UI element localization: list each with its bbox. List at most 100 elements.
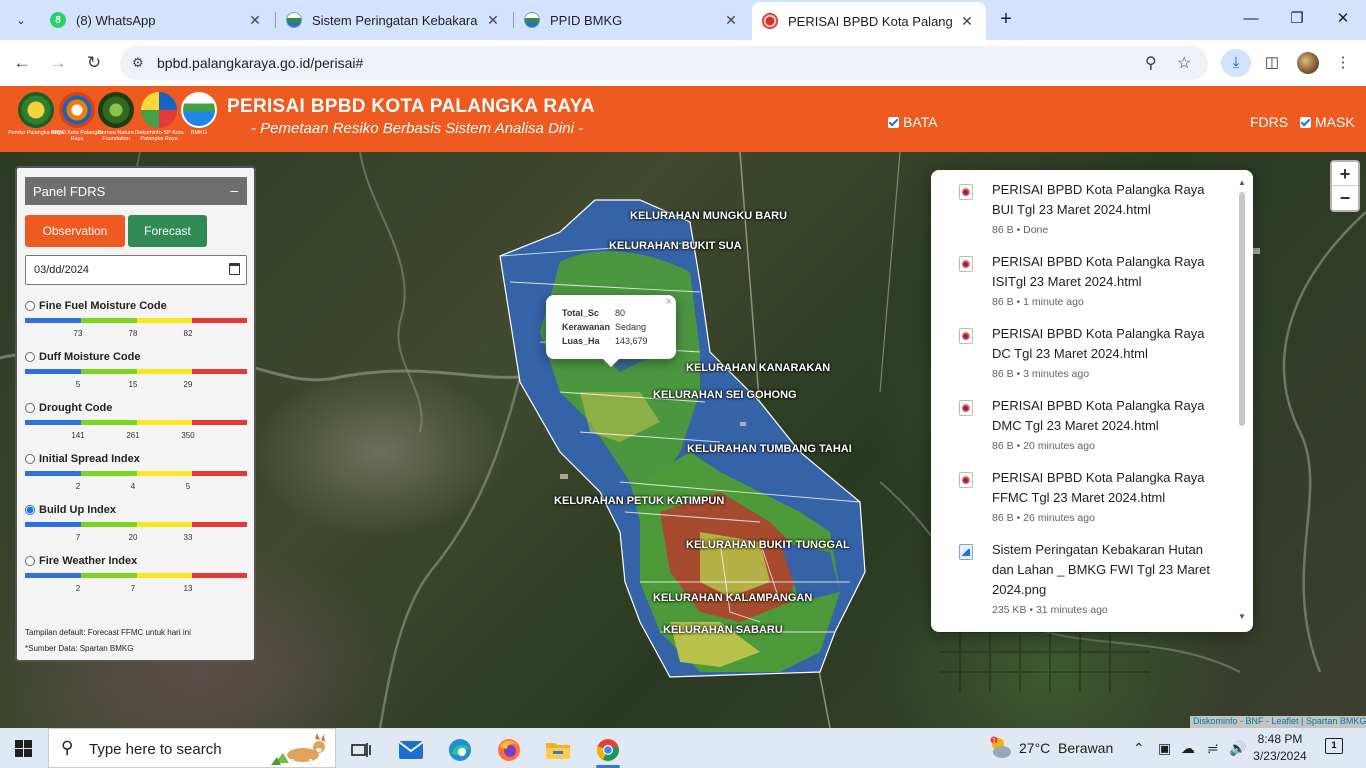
radio-button[interactable] bbox=[25, 454, 35, 464]
index-name[interactable]: Fire Weather Index bbox=[39, 555, 137, 567]
minimize-button[interactable]: — bbox=[1228, 0, 1274, 40]
layer-toggle-bata[interactable]: BATA bbox=[888, 114, 938, 130]
downloads-icon[interactable]: ⤓ bbox=[1221, 49, 1251, 77]
url-text[interactable]: bpbd.palangkaraya.go.id/perisai# bbox=[157, 55, 363, 71]
checkbox-icon[interactable] bbox=[1300, 116, 1311, 128]
downloads-scrollbar[interactable]: ▲ ▼ bbox=[1237, 178, 1247, 624]
tab-ppid-bmkg[interactable]: PPID BMKG ✕ bbox=[514, 5, 750, 35]
chrome-browser-button[interactable] bbox=[588, 732, 628, 768]
scale-segment bbox=[81, 522, 137, 527]
forecast-button[interactable]: Forecast bbox=[128, 215, 207, 247]
checkbox-icon[interactable] bbox=[888, 116, 899, 128]
radio-button[interactable] bbox=[25, 556, 35, 566]
index-name[interactable]: Fine Fuel Moisture Code bbox=[39, 300, 167, 312]
wifi-icon[interactable]: ≓ bbox=[1207, 740, 1219, 757]
index-option[interactable]: Duff Moisture Code 5 15 29 bbox=[23, 351, 249, 395]
kelurahan-label: KELURAHAN TUMBANG TAHAI bbox=[687, 443, 852, 455]
scroll-thumb[interactable] bbox=[1239, 192, 1245, 426]
radio-button[interactable] bbox=[25, 505, 35, 515]
notification-center-icon[interactable]: 1 bbox=[1325, 738, 1343, 754]
start-button[interactable] bbox=[15, 740, 32, 757]
download-item[interactable]: PERISAI BPBD Kota Palangka Raya DC Tgl 2… bbox=[931, 324, 1235, 396]
index-name[interactable]: Drought Code bbox=[39, 402, 112, 414]
menu-kebab-icon[interactable]: ⋮ bbox=[1328, 49, 1358, 77]
index-option[interactable]: Build Up Index 7 20 33 bbox=[23, 504, 249, 548]
tab-close-icon[interactable]: ✕ bbox=[484, 12, 502, 29]
download-filename[interactable]: Sistem Peringatan Kebakaran Hutan dan La… bbox=[992, 540, 1224, 600]
profile-avatar[interactable] bbox=[1297, 52, 1319, 74]
weather-cloudy-icon[interactable]: 1 bbox=[988, 736, 1014, 763]
date-input[interactable]: 03/dd/2024 bbox=[25, 255, 247, 285]
calendar-icon[interactable] bbox=[229, 263, 240, 275]
index-name[interactable]: Initial Spread Index bbox=[39, 453, 140, 465]
reload-button[interactable]: ↻ bbox=[80, 49, 108, 77]
tab-close-icon[interactable]: ✕ bbox=[246, 12, 264, 29]
tab-whatsapp[interactable]: 8 (8) WhatsApp ✕ bbox=[40, 5, 274, 35]
tab-perisai-bpbd[interactable]: PERISAI BPBD Kota Palangka Ra ✕ bbox=[752, 2, 986, 40]
download-item[interactable]: PERISAI BPBD Kota Palangka Raya BUI Tgl … bbox=[931, 180, 1235, 252]
whatsapp-icon: 8 bbox=[50, 12, 66, 28]
index-name[interactable]: Duff Moisture Code bbox=[39, 351, 140, 363]
download-filename[interactable]: PERISAI BPBD Kota Palangka Raya DC Tgl 2… bbox=[992, 324, 1224, 364]
download-item[interactable]: PERISAI BPBD Kota Palangka Raya ISITgl 2… bbox=[931, 252, 1235, 324]
tab-sistem-peringatan[interactable]: Sistem Peringatan Kebakaran H ✕ bbox=[276, 5, 512, 35]
download-filename[interactable]: PERISAI BPBD Kota Palangka Raya DMC Tgl … bbox=[992, 396, 1224, 436]
radio-button[interactable] bbox=[25, 403, 35, 413]
taskbar-clock[interactable]: 8:48 PM 3/23/2024 bbox=[1252, 731, 1308, 765]
scroll-up-icon[interactable]: ▲ bbox=[1237, 178, 1247, 187]
tab-close-icon[interactable]: ✕ bbox=[958, 13, 976, 30]
scale-tick-label: 7 bbox=[75, 533, 81, 542]
map-attribution[interactable]: Diskominfo - BNF - Leaflet | Spartan BMK… bbox=[1190, 716, 1366, 728]
download-item[interactable]: Sistem Peringatan Kebakaran Hutan dan La… bbox=[931, 540, 1235, 616]
forward-button[interactable]: → bbox=[44, 49, 72, 77]
tab-close-icon[interactable]: ✕ bbox=[722, 12, 740, 29]
site-info-icon[interactable]: ⚙ bbox=[132, 55, 144, 71]
panel-collapse-button[interactable]: – bbox=[230, 182, 238, 198]
zoom-in-button[interactable]: + bbox=[1332, 162, 1358, 186]
observation-button[interactable]: Observation bbox=[25, 215, 125, 247]
tab-search-dropdown-icon[interactable]: ⌄ bbox=[8, 8, 34, 32]
back-button[interactable]: ← bbox=[8, 49, 36, 77]
show-hidden-icons-chevron-icon[interactable]: ⌃ bbox=[1133, 740, 1145, 757]
index-name[interactable]: Build Up Index bbox=[39, 504, 116, 516]
weather-temperature[interactable]: 27°C bbox=[1019, 740, 1050, 756]
volume-icon[interactable]: 🔊 bbox=[1229, 740, 1246, 757]
index-option[interactable]: Initial Spread Index 2 4 5 bbox=[23, 453, 249, 497]
map-info-popup: × Total_Sc 80 Kerawanan Sedang Luas_Ha 143,… bbox=[546, 295, 676, 367]
index-option[interactable]: Drought Code 141 261 350 bbox=[23, 402, 249, 446]
download-filename[interactable]: PERISAI BPBD Kota Palangka Raya ISITgl 2… bbox=[992, 252, 1224, 292]
weather-description[interactable]: Berawan bbox=[1058, 740, 1113, 756]
radio-button[interactable] bbox=[25, 352, 35, 362]
edge-browser-button[interactable] bbox=[440, 732, 480, 768]
search-placeholder[interactable]: Type here to search bbox=[89, 741, 222, 758]
index-option[interactable]: Fire Weather Index 2 7 13 bbox=[23, 555, 249, 599]
index-option[interactable]: Fine Fuel Moisture Code 73 78 82 bbox=[23, 300, 249, 344]
download-item[interactable]: PERISAI BPBD Kota Palangka Raya DMC Tgl … bbox=[931, 396, 1235, 468]
address-bar[interactable]: ⚙ bpbd.palangkaraya.go.id/perisai# ⚲ ☆ bbox=[120, 46, 1208, 80]
firefox-button[interactable] bbox=[489, 732, 529, 768]
bookmark-star-icon[interactable]: ☆ bbox=[1177, 53, 1191, 73]
meet-now-icon[interactable]: ▣ bbox=[1158, 740, 1171, 757]
zoom-out-button[interactable]: − bbox=[1332, 186, 1358, 210]
layer-toggle-fdrs[interactable]: FDRS bbox=[1250, 114, 1288, 130]
scroll-down-icon[interactable]: ▼ bbox=[1237, 612, 1247, 621]
download-filename[interactable]: PERISAI BPBD Kota Palangka Raya FFMC Tgl… bbox=[992, 468, 1224, 508]
close-window-button[interactable]: ✕ bbox=[1320, 0, 1366, 40]
restore-button[interactable]: ❐ bbox=[1274, 0, 1320, 40]
browser-toolbar: ← → ↻ ⚙ bpbd.palangkaraya.go.id/perisai#… bbox=[0, 40, 1366, 86]
input-language-icon[interactable]: ☁ bbox=[1181, 740, 1195, 757]
layer-toggle-mask[interactable]: MASK bbox=[1300, 114, 1355, 130]
task-view-button[interactable] bbox=[341, 732, 381, 768]
date-value[interactable]: 03/dd/2024 bbox=[34, 264, 89, 276]
download-filename[interactable]: PERISAI BPBD Kota Palangka Raya BUI Tgl … bbox=[992, 180, 1224, 220]
mail-app-button[interactable] bbox=[391, 732, 431, 768]
new-tab-button[interactable]: + bbox=[993, 8, 1019, 32]
download-item[interactable]: PERISAI BPBD Kota Palangka Raya FFMC Tgl… bbox=[931, 468, 1235, 540]
kelurahan-label: KELURAHAN KANARAKAN bbox=[686, 362, 831, 374]
file-explorer-button[interactable] bbox=[538, 732, 578, 768]
side-panel-icon[interactable]: ◫ bbox=[1257, 49, 1287, 77]
zoom-icon[interactable]: ⚲ bbox=[1145, 53, 1157, 73]
radio-button[interactable] bbox=[25, 301, 35, 311]
taskbar-search[interactable]: ⚲ Type here to search bbox=[48, 728, 336, 768]
popup-close-button[interactable]: × bbox=[666, 296, 672, 308]
